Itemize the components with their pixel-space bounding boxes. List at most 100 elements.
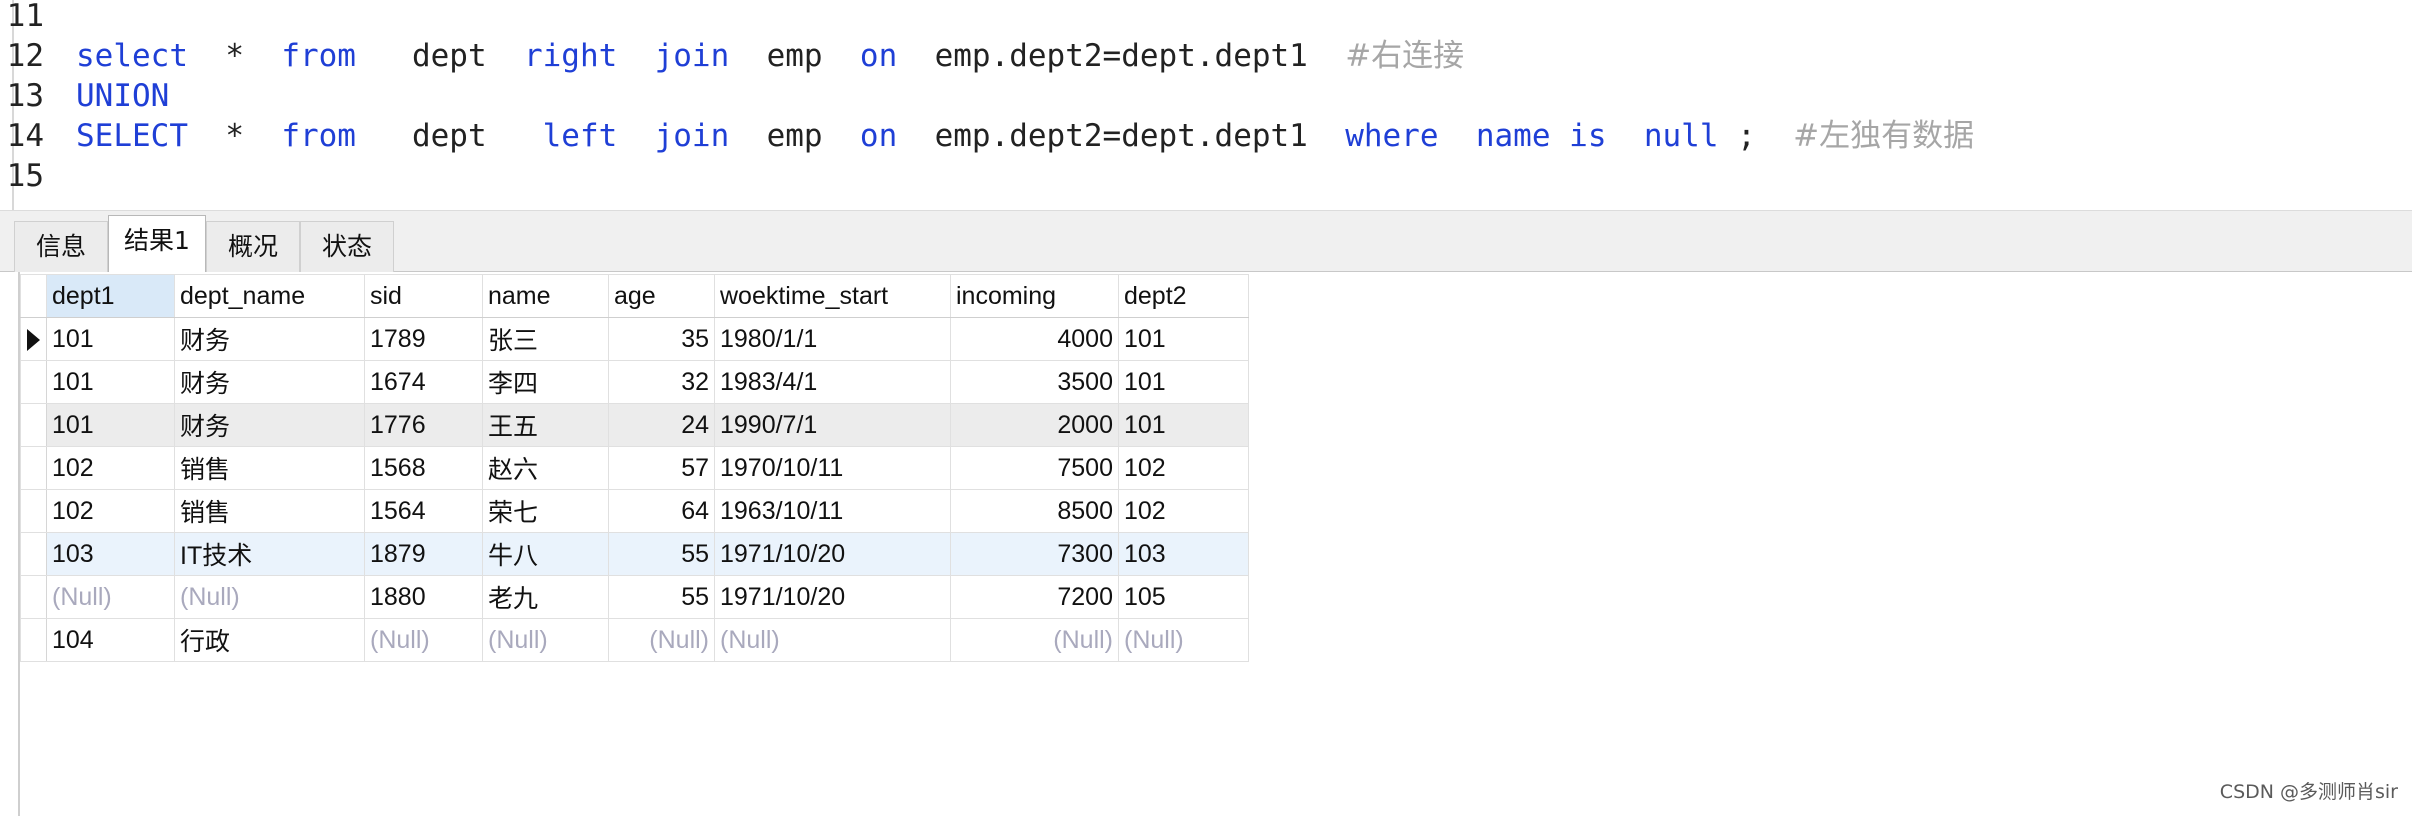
column-header-worktime-start[interactable]: woektime_start [714,274,951,318]
code-line[interactable]: 12 select * from dept right join emp on e… [0,36,1465,76]
table-row[interactable]: 103 IT技术 1879 牛八 55 1971/10/20 7300 103 [20,532,1249,576]
table-row[interactable]: 101 财务 1674 李四 32 1983/4/1 3500 101 [20,360,1249,404]
code-line[interactable]: 13 UNION [0,76,170,116]
column-header-dept1[interactable]: dept1 [46,274,175,318]
row-indicator[interactable] [20,317,47,361]
cell-dept-name[interactable]: 销售 [174,489,365,533]
cell-incoming[interactable]: 7300 [950,532,1119,576]
cell-dept2[interactable]: 102 [1118,489,1249,533]
cell-dept1[interactable]: (Null) [46,575,175,619]
tab-profile[interactable]: 概况 [206,221,300,273]
column-header-dept-name[interactable]: dept_name [174,274,365,318]
tab-info[interactable]: 信息 [14,221,108,273]
cell-dept-name[interactable]: 财务 [174,403,365,447]
cell-name[interactable]: 老九 [482,575,609,619]
cell-worktime-start[interactable]: 1983/4/1 [714,360,951,404]
cell-incoming[interactable]: (Null) [950,618,1119,662]
cell-dept-name[interactable]: (Null) [174,575,365,619]
cell-age[interactable]: (Null) [608,618,715,662]
code-line[interactable]: 15 [0,156,76,196]
tab-result1[interactable]: 结果1 [108,215,206,273]
cell-incoming[interactable]: 3500 [950,360,1119,404]
cell-worktime-start[interactable]: 1990/7/1 [714,403,951,447]
cell-dept1[interactable]: 101 [46,360,175,404]
cell-dept-name[interactable]: 销售 [174,446,365,490]
cell-sid[interactable]: 1789 [364,317,483,361]
sql-editor[interactable]: 11 12 select * from dept right join emp on… [0,0,2412,210]
cell-worktime-start[interactable]: 1980/1/1 [714,317,951,361]
cell-dept-name[interactable]: 财务 [174,317,365,361]
cell-age[interactable]: 64 [608,489,715,533]
cell-dept-name[interactable]: 财务 [174,360,365,404]
column-header-incoming[interactable]: incoming [950,274,1119,318]
cell-sid[interactable]: 1880 [364,575,483,619]
code-line[interactable]: 11 [0,0,76,36]
table-row[interactable]: 102 销售 1568 赵六 57 1970/10/11 7500 102 [20,446,1249,490]
cell-sid[interactable]: (Null) [364,618,483,662]
row-indicator[interactable] [20,446,47,490]
cell-dept2[interactable]: 103 [1118,532,1249,576]
row-indicator[interactable] [20,489,47,533]
table-row[interactable]: 101 财务 1776 王五 24 1990/7/1 2000 101 [20,403,1249,447]
cell-name[interactable]: 王五 [482,403,609,447]
tab-status[interactable]: 状态 [300,221,394,273]
cell-dept2[interactable]: 105 [1118,575,1249,619]
cell-incoming[interactable]: 2000 [950,403,1119,447]
column-header-sid[interactable]: sid [364,274,483,318]
cell-dept1[interactable]: 102 [46,489,175,533]
row-indicator[interactable] [20,532,47,576]
cell-dept2[interactable]: 101 [1118,317,1249,361]
cell-sid[interactable]: 1674 [364,360,483,404]
cell-age[interactable]: 55 [608,575,715,619]
grid-header-row: dept1 dept_name sid name age woektime_st… [20,274,1249,318]
table-row[interactable]: 101 财务 1789 张三 35 1980/1/1 4000 101 [20,317,1249,361]
cell-dept2[interactable]: 101 [1118,403,1249,447]
table-row[interactable]: 102 销售 1564 荣七 64 1963/10/11 8500 102 [20,489,1249,533]
cell-name[interactable]: 李四 [482,360,609,404]
cell-dept1[interactable]: 102 [46,446,175,490]
column-header-name[interactable]: name [482,274,609,318]
cell-worktime-start[interactable]: 1971/10/20 [714,575,951,619]
column-header-age[interactable]: age [608,274,715,318]
cell-dept2[interactable]: (Null) [1118,618,1249,662]
cell-age[interactable]: 32 [608,360,715,404]
cell-sid[interactable]: 1568 [364,446,483,490]
cell-name[interactable]: (Null) [482,618,609,662]
row-indicator[interactable] [20,575,47,619]
cell-name[interactable]: 张三 [482,317,609,361]
cell-dept1[interactable]: 104 [46,618,175,662]
cell-dept2[interactable]: 101 [1118,360,1249,404]
cell-worktime-start[interactable]: (Null) [714,618,951,662]
table-row[interactable]: (Null) (Null) 1880 老九 55 1971/10/20 7200 105 [20,575,1249,619]
cell-dept-name[interactable]: IT技术 [174,532,365,576]
cell-dept1[interactable]: 101 [46,403,175,447]
result-grid[interactable]: dept1 dept_name sid name age woektime_st… [20,274,1249,662]
cell-sid[interactable]: 1776 [364,403,483,447]
cell-name[interactable]: 荣七 [482,489,609,533]
cell-age[interactable]: 24 [608,403,715,447]
cell-dept2[interactable]: 102 [1118,446,1249,490]
cell-dept1[interactable]: 103 [46,532,175,576]
cell-incoming[interactable]: 7200 [950,575,1119,619]
cell-worktime-start[interactable]: 1971/10/20 [714,532,951,576]
cell-incoming[interactable]: 4000 [950,317,1119,361]
cell-dept1[interactable]: 101 [46,317,175,361]
cell-incoming[interactable]: 7500 [950,446,1119,490]
cell-worktime-start[interactable]: 1963/10/11 [714,489,951,533]
cell-name[interactable]: 赵六 [482,446,609,490]
row-indicator[interactable] [20,360,47,404]
cell-sid[interactable]: 1879 [364,532,483,576]
table-row[interactable]: 104 行政 (Null) (Null) (Null) (Null) (Null) (Null… [20,618,1249,662]
column-header-dept2[interactable]: dept2 [1118,274,1249,318]
cell-dept-name[interactable]: 行政 [174,618,365,662]
cell-age[interactable]: 55 [608,532,715,576]
cell-age[interactable]: 35 [608,317,715,361]
cell-sid[interactable]: 1564 [364,489,483,533]
cell-name[interactable]: 牛八 [482,532,609,576]
row-indicator[interactable] [20,618,47,662]
cell-age[interactable]: 57 [608,446,715,490]
cell-incoming[interactable]: 8500 [950,489,1119,533]
cell-worktime-start[interactable]: 1970/10/11 [714,446,951,490]
code-line[interactable]: 14 SELECT * from dept left join emp on em… [0,116,1974,156]
row-indicator[interactable] [20,403,47,447]
